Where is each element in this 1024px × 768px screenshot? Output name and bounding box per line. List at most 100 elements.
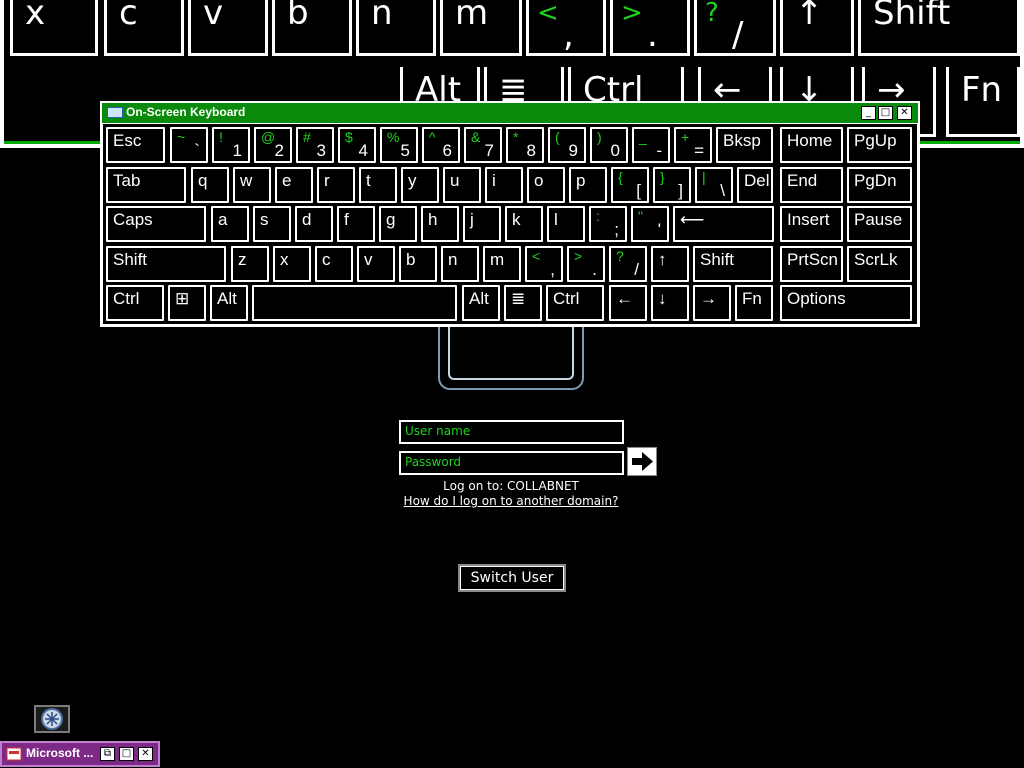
key-esc[interactable]: Esc: [106, 127, 165, 163]
key-g[interactable]: g: [379, 206, 417, 242]
key-v[interactable]: v: [357, 246, 395, 282]
key-shift[interactable]: Shift: [693, 246, 773, 282]
key-pgdn[interactable]: PgDn: [847, 167, 912, 203]
key-h[interactable]: h: [421, 206, 459, 242]
key-b[interactable]: b: [399, 246, 437, 282]
key-rbracket[interactable]: }]: [653, 167, 691, 203]
switch-user-button[interactable]: Switch User: [458, 564, 566, 592]
key-f[interactable]: f: [337, 206, 375, 242]
key-label: Alt: [217, 289, 237, 308]
key-j[interactable]: j: [463, 206, 501, 242]
key-8[interactable]: * 8: [506, 127, 544, 163]
key-7[interactable]: & 7: [464, 127, 502, 163]
key-n[interactable]: n: [441, 246, 479, 282]
key-pause[interactable]: Pause: [847, 206, 912, 242]
key-prtscn[interactable]: PrtScn: [780, 246, 843, 282]
osk-title-bar[interactable]: On-Screen Keyboard _ □ ✕: [102, 103, 918, 123]
key-e[interactable]: e: [275, 167, 313, 203]
close-button[interactable]: ✕: [138, 747, 153, 761]
key-shift-label: (: [555, 129, 560, 145]
key-label: m: [490, 250, 505, 269]
key-fn[interactable]: Fn: [735, 285, 773, 321]
key-down[interactable]: ↓: [651, 285, 689, 321]
key-3[interactable]: #3: [296, 127, 334, 163]
key-bksp[interactable]: Bksp: [716, 127, 773, 163]
key-slash[interactable]: ? /: [609, 246, 647, 282]
key-tab[interactable]: Tab: [106, 167, 186, 203]
key-backslash[interactable]: | \: [695, 167, 733, 203]
key-label: ;: [614, 220, 619, 239]
key-label: ': [657, 220, 661, 239]
username-input[interactable]: [401, 422, 619, 440]
other-domain-link[interactable]: How do I log on to another domain?: [400, 494, 622, 508]
key-end[interactable]: End: [780, 167, 843, 203]
minimized-window-bar[interactable]: Microsoft ... ⧉ □ ✕: [0, 741, 160, 767]
key-equals[interactable]: + =: [674, 127, 712, 163]
key-menu[interactable]: ≣: [504, 285, 542, 321]
submit-arrow-button[interactable]: [627, 447, 657, 476]
key-t[interactable]: t: [359, 167, 397, 203]
key-z[interactable]: z: [231, 246, 269, 282]
key-left[interactable]: ←: [609, 285, 647, 321]
key-label: -: [656, 141, 662, 160]
key-w[interactable]: w: [233, 167, 271, 203]
key-q[interactable]: q: [191, 167, 229, 203]
key-s[interactable]: s: [253, 206, 291, 242]
key-6[interactable]: ^ 6: [422, 127, 460, 163]
key-ctrl[interactable]: Ctrl: [546, 285, 604, 321]
key-5[interactable]: % 5: [380, 127, 418, 163]
key-m[interactable]: m: [483, 246, 521, 282]
key-minus[interactable]: _ -: [632, 127, 670, 163]
key-right[interactable]: →: [693, 285, 731, 321]
key-del[interactable]: Del: [737, 167, 773, 203]
bg-key-m: m: [440, 0, 522, 56]
username-field[interactable]: [399, 420, 624, 444]
key-9[interactable]: (9: [548, 127, 586, 163]
maximize-button[interactable]: □: [119, 747, 134, 761]
key-a[interactable]: a: [211, 206, 249, 242]
key-ctrl[interactable]: Ctrl: [106, 285, 164, 321]
key-insert[interactable]: Insert: [780, 206, 843, 242]
restore-button[interactable]: ⧉: [100, 747, 115, 761]
key-l[interactable]: l: [547, 206, 585, 242]
key-caps[interactable]: Caps: [106, 206, 206, 242]
key-semicolon[interactable]: :;: [589, 206, 627, 242]
key-pgup[interactable]: PgUp: [847, 127, 912, 163]
key-u[interactable]: u: [443, 167, 481, 203]
key-up[interactable]: ↑: [651, 246, 689, 282]
minimize-button[interactable]: _: [861, 106, 876, 120]
key-shift[interactable]: Shift: [106, 246, 226, 282]
key-home[interactable]: Home: [780, 127, 843, 163]
restore-button[interactable]: □: [878, 106, 893, 120]
key-backtick[interactable]: ~ `: [170, 127, 208, 163]
key-alt[interactable]: Alt: [462, 285, 500, 321]
key-r[interactable]: r: [317, 167, 355, 203]
key-0[interactable]: ) 0: [590, 127, 628, 163]
key-comma[interactable]: <,: [525, 246, 563, 282]
key-4[interactable]: $4: [338, 127, 376, 163]
key-lbracket[interactable]: {[: [611, 167, 649, 203]
password-input[interactable]: [401, 453, 619, 471]
key-alt[interactable]: Alt: [210, 285, 248, 321]
key-space[interactable]: [252, 285, 457, 321]
close-button[interactable]: ✕: [897, 106, 912, 120]
key-x[interactable]: x: [273, 246, 311, 282]
key-d[interactable]: d: [295, 206, 333, 242]
key-2[interactable]: @2: [254, 127, 292, 163]
key-windows[interactable]: ⊞: [168, 285, 206, 321]
key-i[interactable]: i: [485, 167, 523, 203]
key-period[interactable]: >.: [567, 246, 605, 282]
key-options[interactable]: Options: [780, 285, 912, 321]
ease-of-access-button[interactable]: [34, 705, 70, 733]
key-1[interactable]: ! 1: [212, 127, 250, 163]
password-field[interactable]: [399, 451, 624, 475]
key-c[interactable]: c: [315, 246, 353, 282]
key-scrlk[interactable]: ScrLk: [847, 246, 912, 282]
key-enter[interactable]: ⟵: [673, 206, 774, 242]
key-y[interactable]: y: [401, 167, 439, 203]
key-apostrophe[interactable]: " ': [631, 206, 669, 242]
key-label: s: [260, 210, 269, 229]
key-p[interactable]: p: [569, 167, 607, 203]
key-k[interactable]: k: [505, 206, 543, 242]
key-o[interactable]: o: [527, 167, 565, 203]
